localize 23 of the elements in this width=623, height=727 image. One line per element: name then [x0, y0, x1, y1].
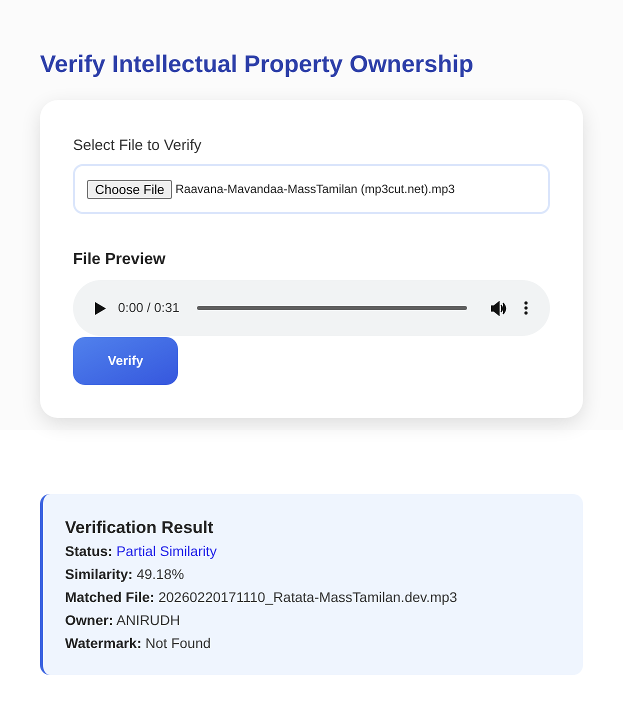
result-value: ANIRUDH: [116, 612, 180, 628]
result-label: Matched File:: [65, 589, 154, 605]
field-label: Select File to Verify: [73, 136, 202, 156]
play-icon[interactable]: [95, 302, 106, 314]
time-display: 0:00 / 0:31: [118, 299, 180, 318]
result-value: Partial Similarity: [116, 543, 217, 559]
verify-button[interactable]: Verify: [73, 337, 178, 385]
result-value: 20260220171110_Ratata-MassTamilan.dev.mp3: [158, 589, 458, 605]
result-label: Watermark:: [65, 635, 142, 651]
volume-icon[interactable]: [491, 300, 508, 316]
result-value: Not Found: [145, 635, 211, 651]
result-label: Owner:: [65, 612, 114, 628]
audio-player[interactable]: 0:00 / 0:31: [73, 280, 550, 336]
result-value: 49.18%: [136, 566, 184, 582]
more-options-icon[interactable]: [524, 301, 528, 315]
file-input[interactable]: Choose File Raavana-Mavandaa-MassTamilan (mp3cut.net).mp3: [73, 164, 550, 214]
file-name: Raavana-Mavandaa-MassTamilan (mp3cut.net).mp3: [175, 181, 455, 198]
result-label: Status:: [65, 543, 112, 559]
choose-file-button[interactable]: Choose File: [87, 180, 172, 198]
section-label: File Preview: [73, 250, 166, 270]
result-label: Similarity:: [65, 566, 133, 582]
result-title: Verification Result: [65, 517, 214, 539]
page-title: Verify Intellectual Property Ownership: [39, 50, 474, 80]
